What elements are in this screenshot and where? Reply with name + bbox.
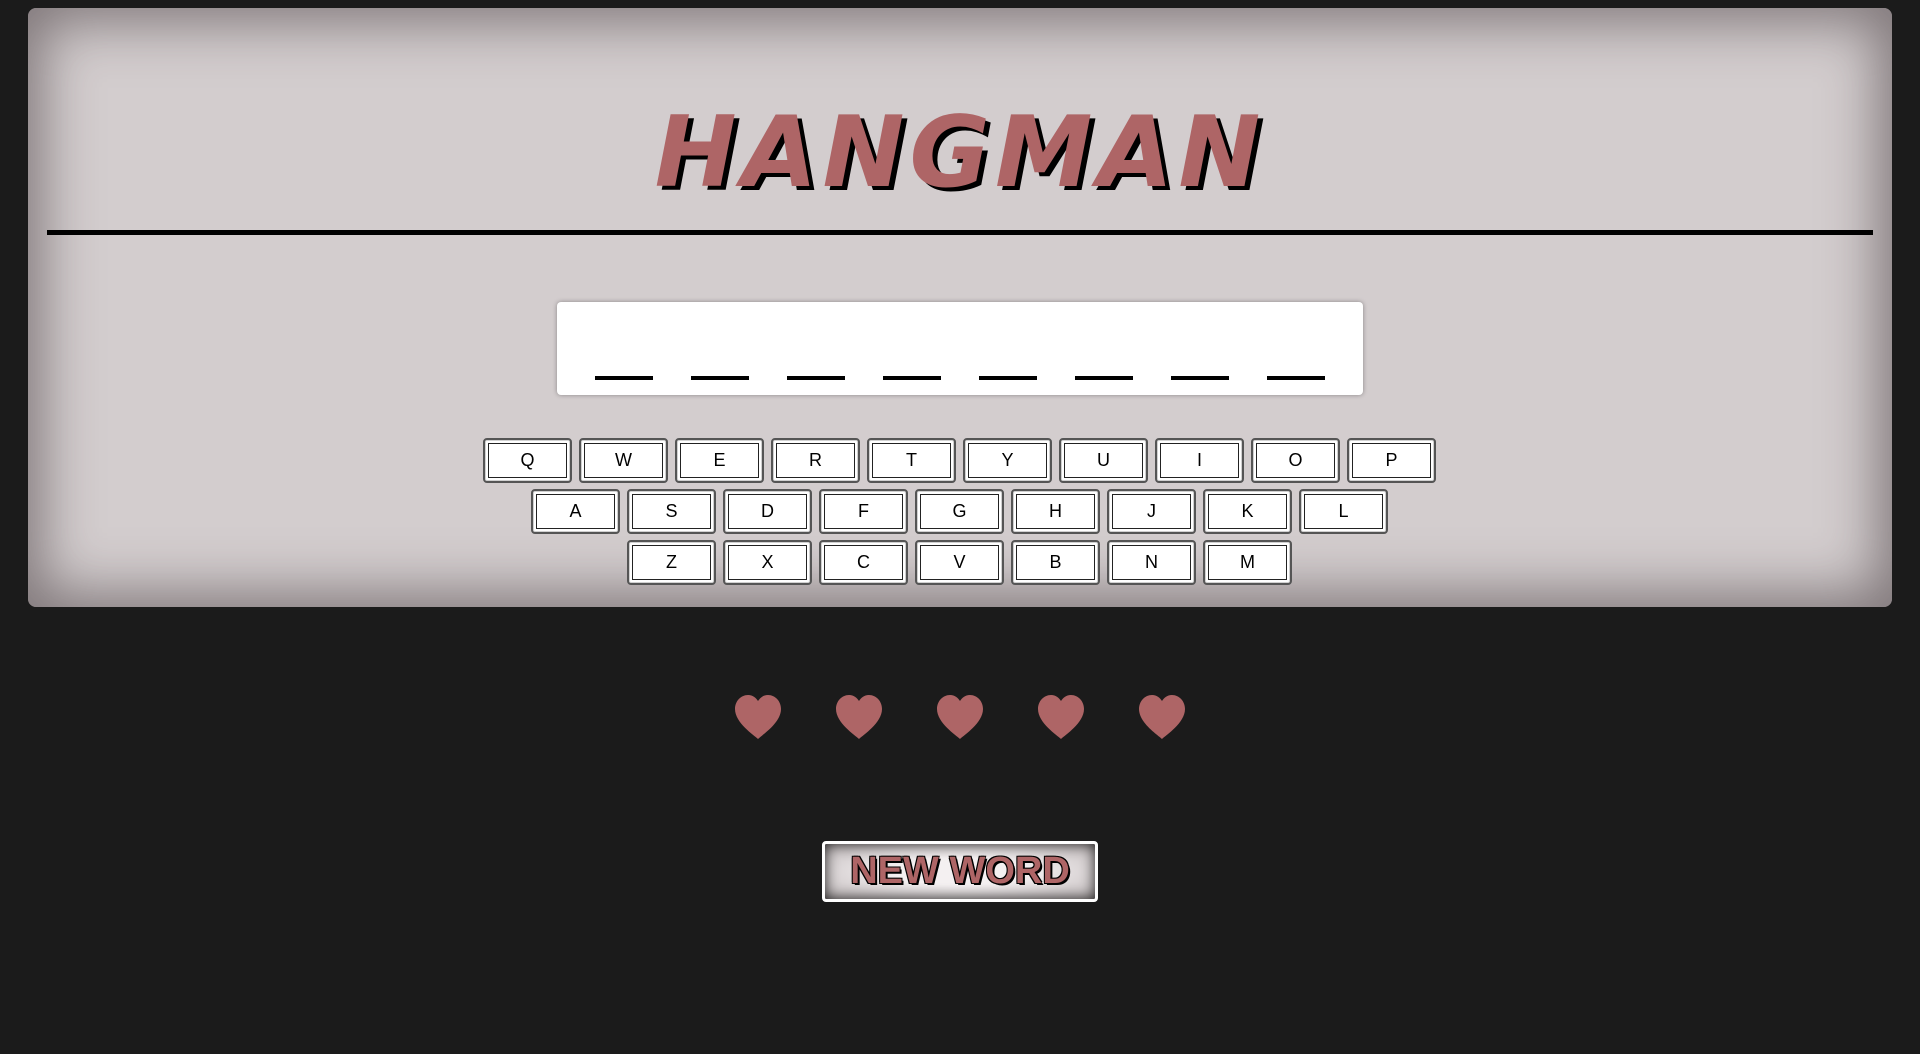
letter-slot [1075,376,1133,380]
page-title: HANGMAN [654,96,1266,210]
divider [47,230,1873,235]
key-e[interactable]: E [675,438,764,483]
key-n[interactable]: N [1107,540,1196,585]
key-h[interactable]: H [1011,489,1100,534]
key-l[interactable]: L [1299,489,1388,534]
key-y[interactable]: Y [963,438,1052,483]
key-m[interactable]: M [1203,540,1292,585]
key-o[interactable]: O [1251,438,1340,483]
key-d[interactable]: D [723,489,812,534]
key-a[interactable]: A [531,489,620,534]
key-j[interactable]: J [1107,489,1196,534]
letter-slot [1267,376,1325,380]
key-q[interactable]: Q [483,438,572,483]
heart-icon [1036,693,1086,743]
heart-icon [1137,693,1187,743]
letter-slot [787,376,845,380]
heart-icon [733,693,783,743]
letter-slot [979,376,1037,380]
key-z[interactable]: Z [627,540,716,585]
key-b[interactable]: B [1011,540,1100,585]
key-g[interactable]: G [915,489,1004,534]
letter-slot [595,376,653,380]
new-word-button[interactable]: NEW WORD [822,841,1098,902]
new-word-label: NEW WORD [850,850,1070,892]
letter-slot [1171,376,1229,380]
key-p[interactable]: P [1347,438,1436,483]
heart-icon [935,693,985,743]
key-t[interactable]: T [867,438,956,483]
key-w[interactable]: W [579,438,668,483]
word-display [557,302,1363,395]
key-i[interactable]: I [1155,438,1244,483]
letter-slot [691,376,749,380]
key-u[interactable]: U [1059,438,1148,483]
game-board: HANGMAN QWERTYUIOP ASDFGHJKL ZXCVBNM [28,8,1892,607]
key-r[interactable]: R [771,438,860,483]
key-x[interactable]: X [723,540,812,585]
key-f[interactable]: F [819,489,908,534]
key-c[interactable]: C [819,540,908,585]
key-s[interactable]: S [627,489,716,534]
key-k[interactable]: K [1203,489,1292,534]
key-v[interactable]: V [915,540,1004,585]
heart-icon [834,693,884,743]
letter-slot [883,376,941,380]
